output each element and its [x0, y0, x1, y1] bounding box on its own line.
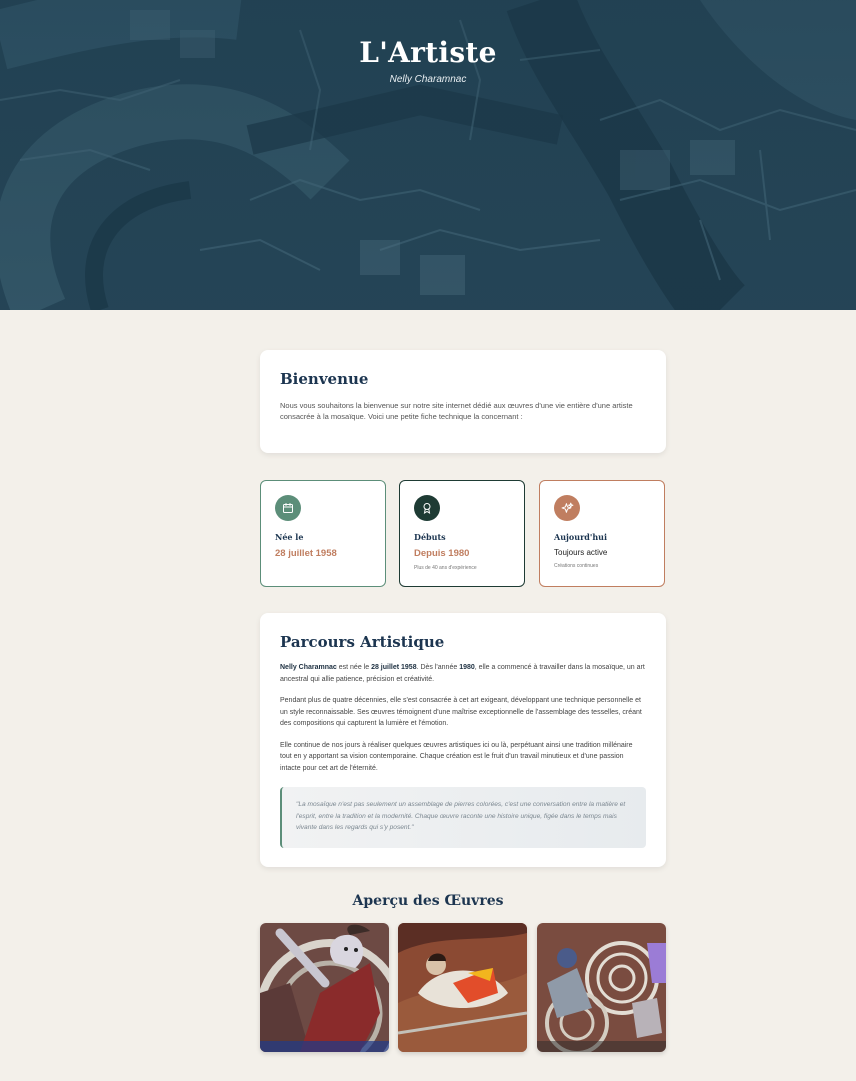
- parcours-paragraph-3: Elle continue de nos jours à réaliser qu…: [280, 741, 633, 772]
- gallery-heading: Aperçu des Œuvres: [352, 893, 504, 909]
- quote-text: "La mosaïque n'est pas seulement un asse…: [296, 801, 626, 831]
- fact-card-birth: Née le 28 juillet 1958: [260, 480, 386, 587]
- sparkles-icon: [554, 495, 580, 521]
- fact-note: Créations continues: [554, 563, 599, 569]
- mosaic-artwork-2: [398, 923, 527, 1052]
- award-icon: [414, 495, 440, 521]
- fact-label: Née le: [275, 532, 304, 542]
- fact-note: Plus de 40 ans d'expérience: [414, 565, 477, 571]
- fact-label: Aujourd'hui: [554, 532, 607, 542]
- gallery-thumbnail-3[interactable]: [537, 923, 666, 1052]
- welcome-heading: Bienvenue: [280, 370, 369, 388]
- gallery-thumbnail-1[interactable]: [260, 923, 389, 1052]
- mosaic-artwork-3: [537, 923, 666, 1052]
- artist-quote: "La mosaïque n'est pas seulement un asse…: [280, 787, 646, 848]
- birth-date: 28 juillet 1958: [371, 664, 417, 671]
- debut-year: 1980: [459, 664, 475, 671]
- fact-label: Débuts: [414, 532, 446, 542]
- fact-card-today: Aujourd'hui Toujours active Créations co…: [539, 480, 665, 587]
- hero-banner: L'Artiste Nelly Charamnac: [0, 0, 856, 310]
- gallery-thumbnail-2[interactable]: [398, 923, 527, 1052]
- hero-subtitle: Nelly Charamnac: [389, 74, 467, 85]
- parcours-paragraph-2: Pendant plus de quatre décennies, elle s…: [280, 697, 642, 727]
- fact-value: Toujours active: [554, 548, 608, 557]
- welcome-text: Nous vous souhaitons la bienvenue sur no…: [280, 401, 633, 421]
- calendar-icon: [275, 495, 301, 521]
- welcome-card: Bienvenue Nous vous souhaitons la bienve…: [260, 350, 666, 453]
- hero-title: L'Artiste: [359, 36, 497, 69]
- fact-card-debut: Débuts Depuis 1980 Plus de 40 ans d'expé…: [399, 480, 525, 587]
- artist-name: Nelly Charamnac: [280, 664, 337, 671]
- fact-value: 28 juillet 1958: [275, 548, 337, 559]
- parcours-card: Parcours Artistique Nelly Charamnac est …: [260, 613, 666, 867]
- fact-value: Depuis 1980: [414, 548, 470, 559]
- parcours-heading: Parcours Artistique: [280, 633, 445, 651]
- text-span: est née le: [336, 664, 372, 671]
- parcours-paragraph-1: Nelly Charamnac est née le 28 juillet 19…: [280, 662, 646, 685]
- mosaic-artwork-1: [260, 923, 389, 1052]
- text-span: . Dès l'année: [416, 664, 460, 671]
